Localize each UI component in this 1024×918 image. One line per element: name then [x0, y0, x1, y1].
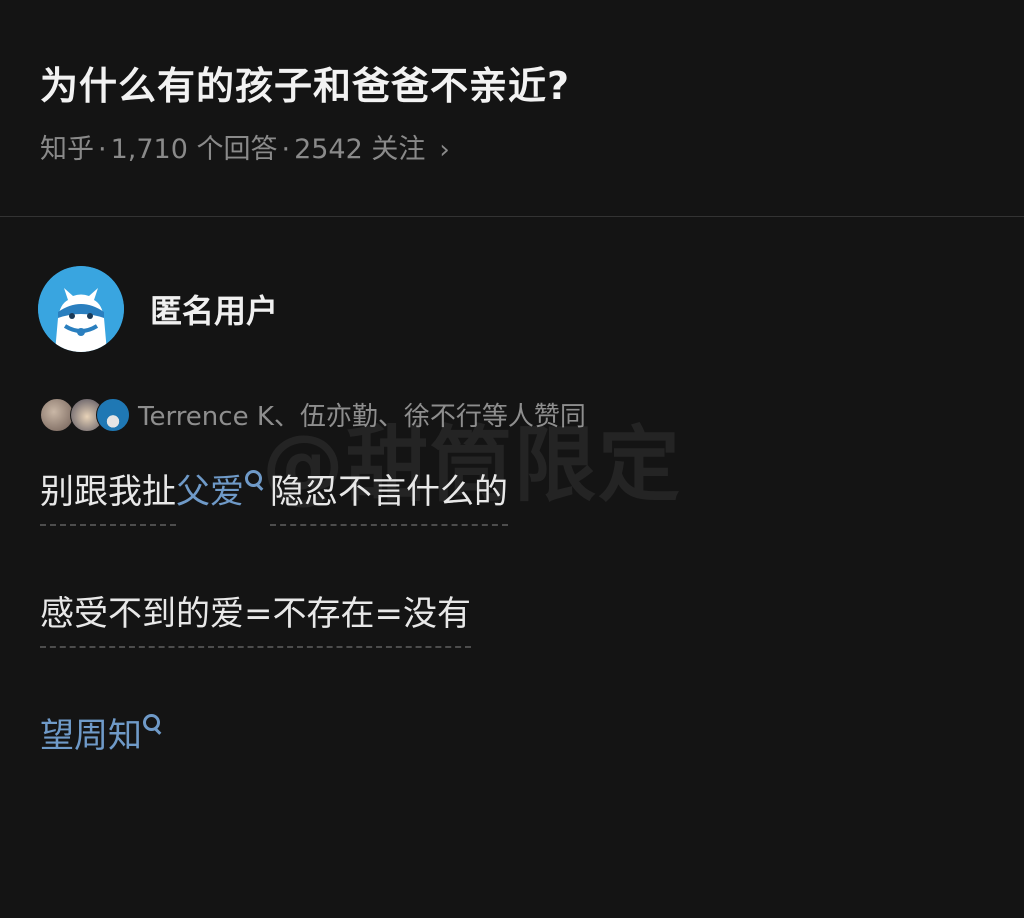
question-header: 为什么有的孩子和爸爸不亲近? 知乎 · 1,710 个回答 · 2542 关注 › — [0, 0, 1024, 217]
keyword-link[interactable]: 父爱 — [176, 472, 244, 512]
divider — [0, 216, 1024, 217]
answer-count: 1,710 个回答 — [110, 134, 278, 165]
author-row[interactable]: 匿名用户 — [38, 266, 278, 352]
keyword-link[interactable]: 望周知 — [40, 716, 142, 756]
answer-text: 感受不到的爱=不存在=没有 — [40, 584, 471, 648]
voter-avatars — [40, 397, 130, 432]
question-meta[interactable]: 知乎 · 1,710 个回答 · 2542 关注 › — [40, 130, 450, 170]
answer-text: 别跟我扯 — [40, 462, 176, 526]
author-name[interactable]: 匿名用户 — [150, 286, 278, 332]
voter-avatar — [96, 398, 130, 432]
follow-count: 2542 关注 — [294, 134, 426, 165]
upvote-text: Terrence K、伍亦勤、徐不行等人赞同 — [138, 401, 586, 432]
chevron-right-icon: › — [439, 135, 450, 165]
answer-paragraph: 感受不到的爱=不存在=没有 — [40, 584, 471, 648]
separator-dot: · — [281, 134, 291, 165]
avatar[interactable] — [38, 266, 124, 352]
answer-text: 隐忍不言什么的 — [270, 462, 508, 526]
answer-paragraph: 别跟我扯父爱 隐忍不言什么的 — [40, 462, 508, 526]
voter-avatar — [40, 398, 74, 432]
separator-dot: · — [98, 134, 107, 165]
source-label: 知乎 — [40, 134, 94, 165]
upvote-row[interactable]: Terrence K、伍亦勤、徐不行等人赞同 — [40, 396, 586, 432]
search-icon[interactable] — [244, 470, 264, 492]
question-title[interactable]: 为什么有的孩子和爸爸不亲近? — [40, 56, 570, 116]
answer-paragraph: 望周知 — [40, 706, 168, 766]
anonymous-bear-avatar-icon — [38, 266, 124, 352]
search-icon[interactable] — [142, 714, 162, 736]
